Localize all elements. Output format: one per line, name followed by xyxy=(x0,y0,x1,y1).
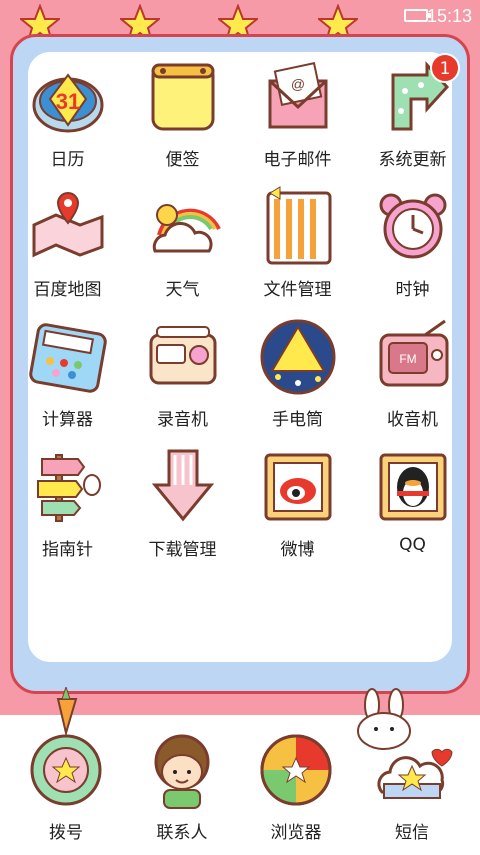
compass-signpost-icon xyxy=(36,454,101,522)
app-download-manager[interactable]: 下载管理 xyxy=(125,445,240,565)
app-label: 计算器 xyxy=(42,410,93,430)
notification-badge: 1 xyxy=(430,53,460,83)
dock-label: 联系人 xyxy=(156,823,208,843)
app-label: 系统更新 xyxy=(378,150,447,170)
svg-text:FM: FM xyxy=(399,352,416,366)
email-icon: @ xyxy=(268,62,327,129)
contacts-doll-icon xyxy=(154,734,210,809)
app-radio[interactable]: FM 收音机 xyxy=(355,315,470,435)
dock-sms[interactable]: 短信 xyxy=(352,728,472,843)
app-system-update[interactable]: 系统更新 1 xyxy=(355,53,470,175)
app-clock[interactable]: 时钟 xyxy=(355,185,470,305)
calculator-icon xyxy=(28,323,107,393)
app-label: 日历 xyxy=(50,150,85,170)
app-label: 指南针 xyxy=(42,540,93,560)
dock-dialer[interactable]: 拨号 xyxy=(6,728,126,843)
app-label: 手电筒 xyxy=(272,410,323,430)
app-qq[interactable]: QQ xyxy=(355,445,470,565)
app-calculator[interactable]: 计算器 xyxy=(10,315,125,435)
app-label: 文件管理 xyxy=(263,280,332,300)
app-label: 下载管理 xyxy=(148,540,217,560)
weibo-icon xyxy=(264,453,331,521)
app-label: 电子邮件 xyxy=(263,150,332,170)
app-baidu-map[interactable]: 百度地图 xyxy=(10,185,125,305)
app-notepad[interactable]: 便签 xyxy=(125,55,240,175)
weather-icon xyxy=(152,204,221,253)
app-recorder[interactable]: 录音机 xyxy=(125,315,240,435)
app-label: 天气 xyxy=(165,280,200,300)
dock-label: 拨号 xyxy=(49,823,83,843)
folder-icon xyxy=(266,186,331,265)
app-weather[interactable]: 天气 xyxy=(125,185,240,305)
dialer-flower-icon xyxy=(30,734,102,806)
sms-cloud-icon xyxy=(377,748,453,799)
svg-text:@: @ xyxy=(290,76,304,92)
app-calendar[interactable]: 31 日历 xyxy=(10,55,125,175)
app-weibo[interactable]: 微博 xyxy=(240,445,355,565)
alarm-clock-icon xyxy=(379,193,446,259)
battery-icon xyxy=(404,9,431,22)
app-label: 录音机 xyxy=(157,410,208,430)
calendar-day: 31 xyxy=(55,89,79,114)
dock-browser[interactable]: 浏览器 xyxy=(236,728,356,843)
download-arrow-icon xyxy=(151,449,214,522)
app-label: 收音机 xyxy=(387,410,438,430)
radio-icon: FM xyxy=(379,319,448,387)
app-label: 便签 xyxy=(165,150,200,170)
app-compass[interactable]: 指南针 xyxy=(10,445,125,565)
dock-label: 短信 xyxy=(395,823,429,843)
browser-ball-icon xyxy=(260,734,332,806)
calendar-icon: 31 xyxy=(32,73,103,133)
app-label: QQ xyxy=(399,535,426,555)
dock-contacts[interactable]: 联系人 xyxy=(122,728,242,843)
dock-label: 浏览器 xyxy=(270,823,322,843)
flashlight-icon xyxy=(260,319,335,395)
notepad-icon xyxy=(151,63,214,131)
app-label: 时钟 xyxy=(395,280,430,300)
app-email[interactable]: @ 电子邮件 xyxy=(240,55,355,175)
qq-penguin-icon xyxy=(379,453,446,521)
status-bar: 15:13 xyxy=(0,0,480,44)
app-file-manager[interactable]: 文件管理 xyxy=(240,185,355,305)
app-flashlight[interactable]: 手电筒 xyxy=(240,315,355,435)
recorder-icon xyxy=(149,326,216,385)
map-icon xyxy=(32,191,103,258)
status-time: 15:13 xyxy=(426,6,472,26)
app-label: 百度地图 xyxy=(33,280,102,300)
app-label: 微博 xyxy=(280,540,315,560)
